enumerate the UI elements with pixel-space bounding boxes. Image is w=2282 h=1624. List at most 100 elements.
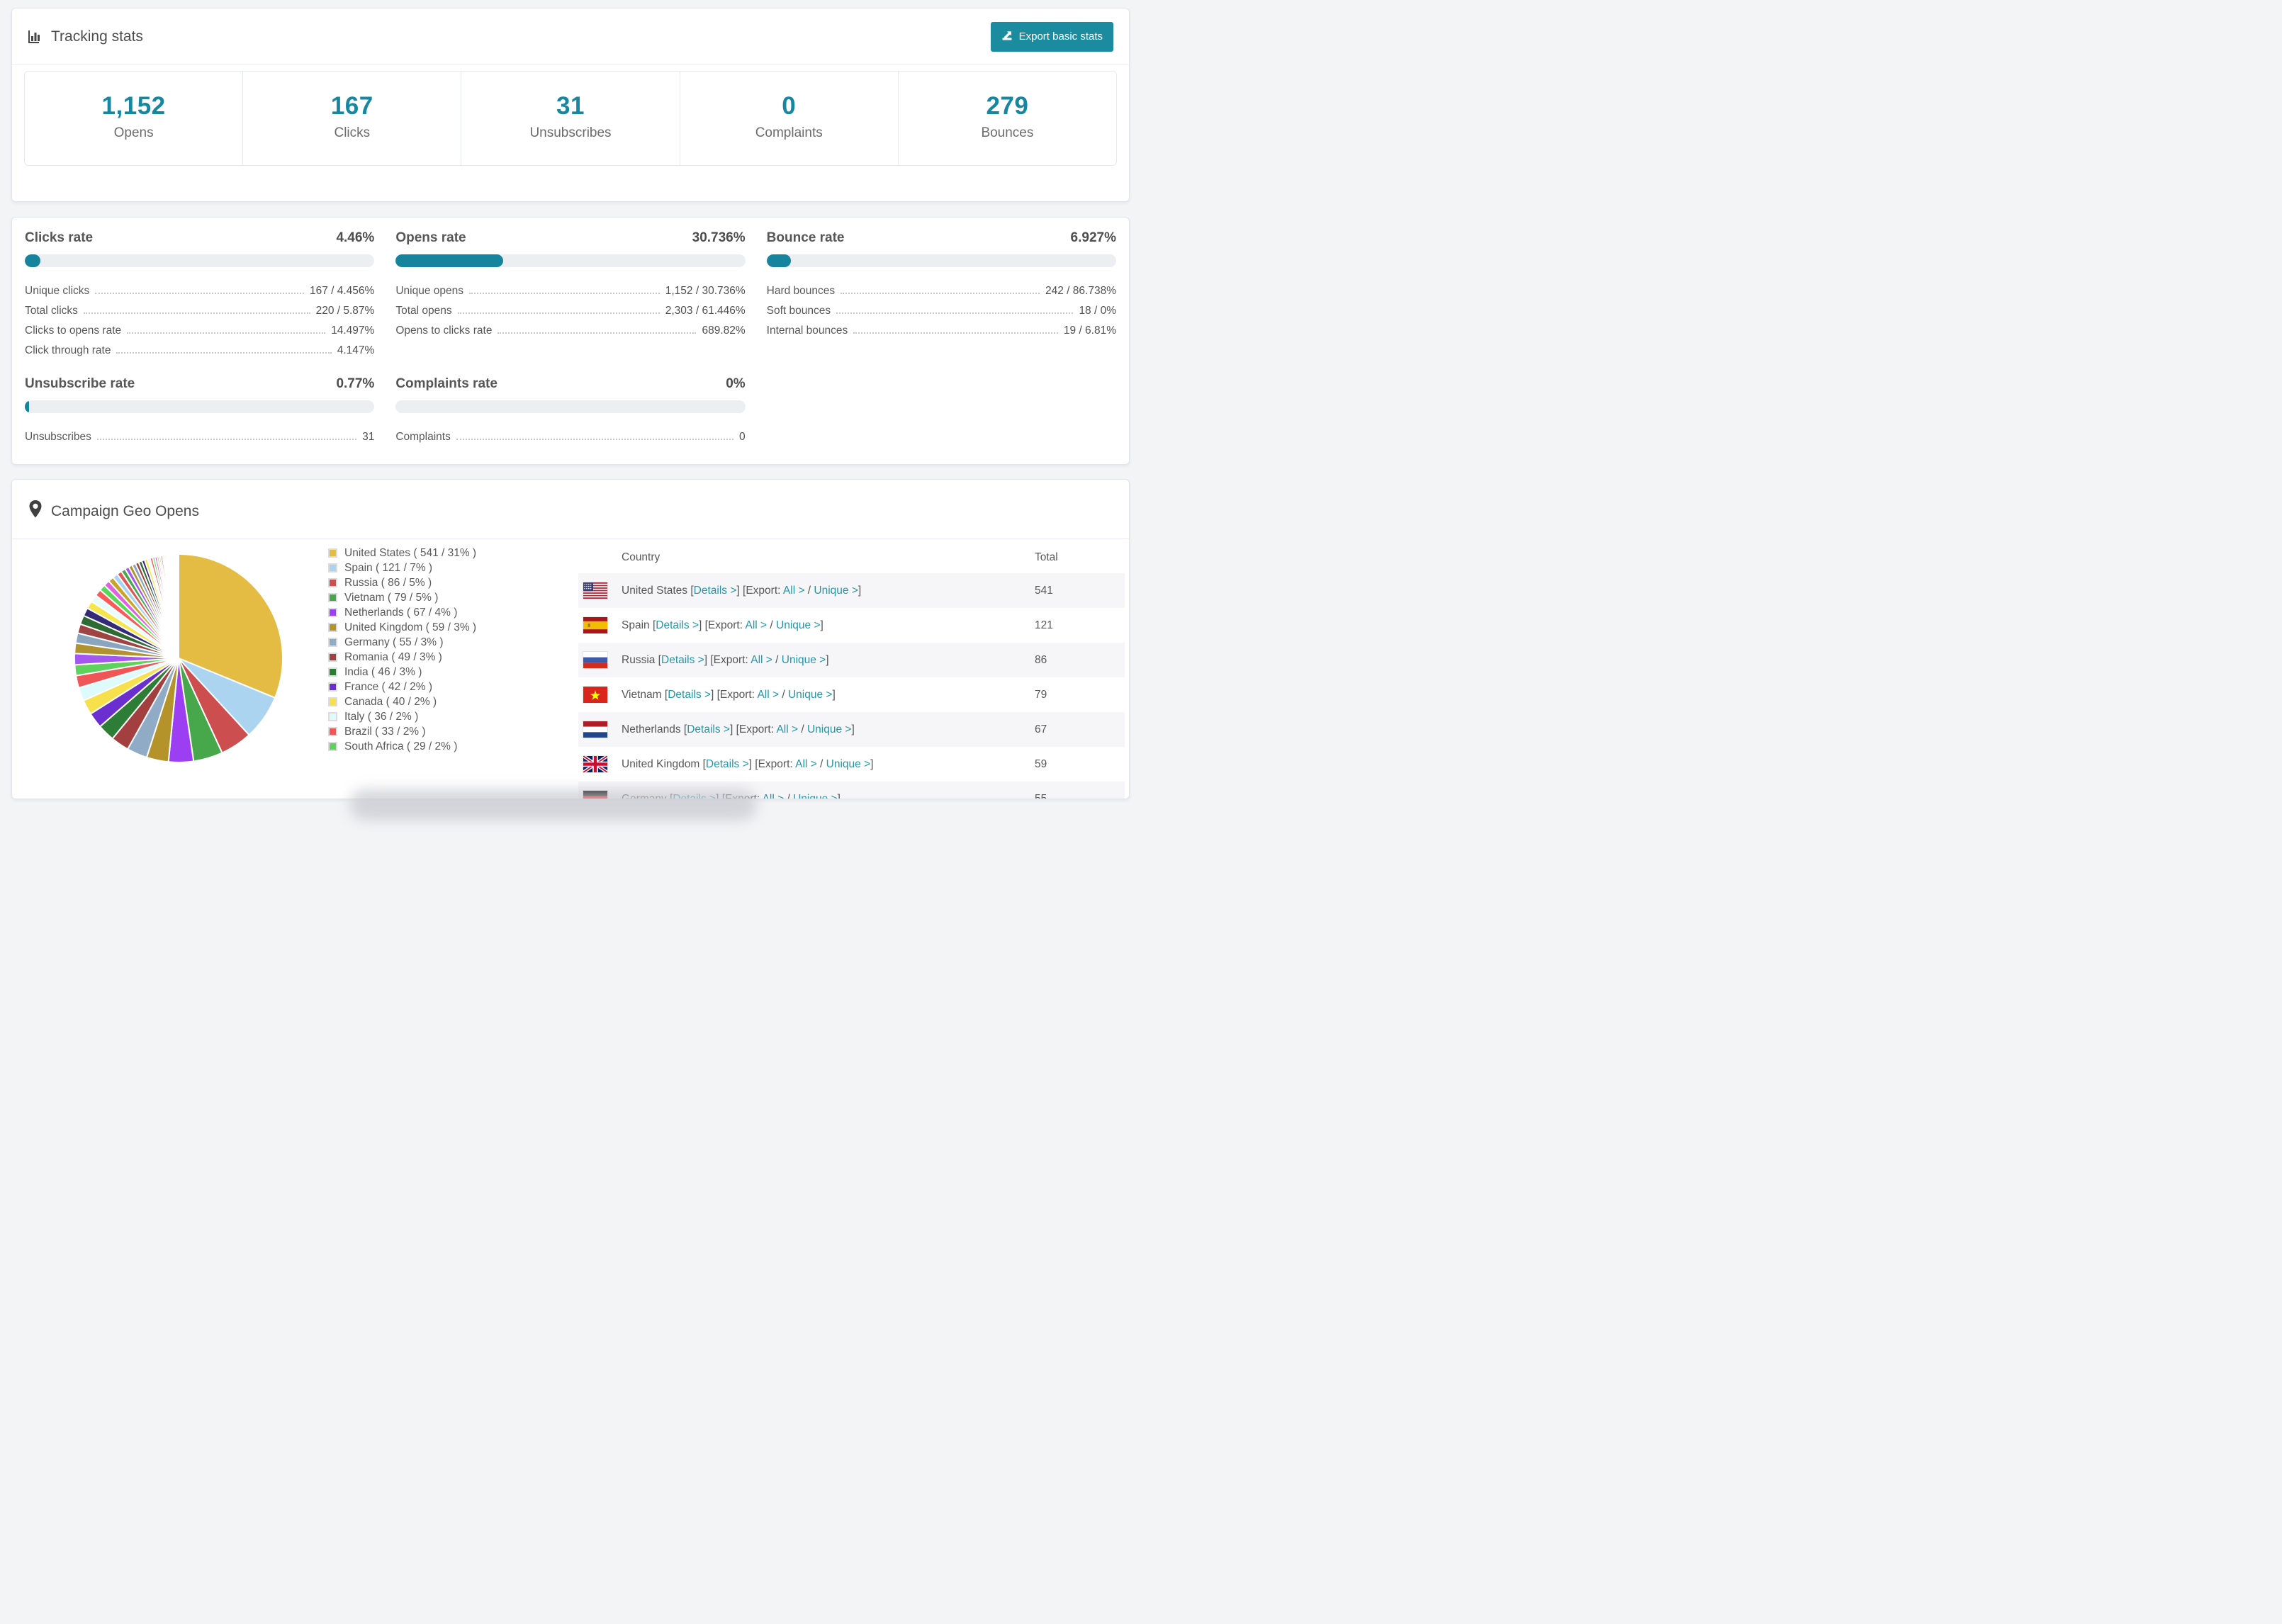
geo-table-row-gb: United Kingdom [Details >] [Export: All … [578,747,1125,782]
geo-table-header: Country Total [578,542,1125,573]
legend-item-vietnam: Vietnam ( 79 / 5% ) [328,590,476,605]
slash-text: / [804,584,814,597]
geo-table-row-es: Spain [Details >] [Export: All > / Uniqu… [578,608,1125,643]
slash-text: / [779,688,788,701]
geo-header-country: Country [622,551,661,563]
export-basic-stats-button[interactable]: Export basic stats [990,21,1113,52]
country-name: Spain [ [622,619,656,631]
bracket-text: ] [Export: [748,757,796,770]
stats-summary-row: 1,152 Opens 167 Clicks 31 Unsubscribes 0 Compla… [24,71,1117,166]
rate-detail-row: Unique clicks 167 / 4.456% [25,278,374,298]
export-all-link[interactable]: All > [746,619,768,631]
slash-text: / [767,619,777,631]
rate-detail-value: 220 / 5.87% [315,305,375,317]
stat-box-clicks: 167 Clicks [243,72,462,165]
export-unique-link[interactable]: Unique > [788,689,832,701]
export-all-link[interactable]: All > [751,654,772,666]
geo-opens-title: Campaign Geo Opens [51,502,199,519]
export-unique-link[interactable]: Unique > [793,793,837,799]
progress-bar-track [25,400,375,413]
progress-bar-track [25,254,375,267]
details-link[interactable]: Details > [661,654,704,666]
rate-detail-label: Hard bounces [766,285,836,297]
progress-bar-fill [25,400,29,413]
details-link[interactable]: Details > [656,619,699,631]
rate-detail-rows: Unique opens 1,152 / 30.736% Total opens 2,… [395,278,745,337]
rate-block-clicks-rate: Clicks rate 4.46% Unique clicks 167 / 4.456… [25,230,375,357]
rate-detail-row: Click through rate 4.147% [25,337,374,357]
bracket-text: ] [832,688,836,701]
stat-label: Opens [113,125,154,140]
export-all-link[interactable]: All > [757,689,779,701]
stat-value: 167 [330,92,373,120]
pie-slice-other-50[interactable] [177,553,179,659]
rate-detail-value: 0 [739,431,746,443]
export-all-link[interactable]: All > [783,585,805,597]
export-all-link[interactable]: All > [795,758,817,770]
legend-label: South Africa ( 29 / 2% ) [344,740,458,752]
progress-bar-fill [766,254,791,267]
rate-value: 30.736% [692,230,746,245]
stat-value: 0 [782,92,797,120]
export-unique-link[interactable]: Unique > [782,654,826,666]
details-link[interactable]: Details > [687,723,730,735]
legend-item-united-kingdom: United Kingdom ( 59 / 3% ) [328,620,476,635]
bracket-text: ] [858,584,862,597]
export-button-label: Export basic stats [1018,30,1103,43]
rate-value: 0% [726,376,746,391]
rate-detail-label: Internal bounces [766,325,848,337]
geo-total-cell: 59 [1035,757,1047,770]
tracking-stats-header: Tracking stats Export basic stats [12,9,1129,65]
export-unique-link[interactable]: Unique > [807,723,851,735]
horizontal-scrollbar-thumb[interactable] [349,789,757,821]
legend-label: United States ( 541 / 31% ) [344,546,477,559]
stat-label: Unsubscribes [529,125,612,140]
dotted-leader [95,293,304,294]
tracking-stats-card: Tracking stats Export basic stats 1,152 O… [11,8,1130,202]
details-link[interactable]: Details > [706,758,749,770]
page-title: Tracking stats [51,28,143,45]
legend-item-italy: Italy ( 36 / 2% ) [328,709,476,724]
geo-country-cell: Spain [Details >] [Export: All > / Uniqu… [622,619,1035,632]
stat-value: 31 [556,92,585,120]
details-link[interactable]: Details > [694,585,737,597]
rate-header: Unsubscribe rate 0.77% [25,376,374,392]
export-unique-link[interactable]: Unique > [826,758,870,770]
slash-text: / [798,723,807,735]
geo-total-cell: 79 [1035,688,1047,701]
legend-swatch [328,727,337,736]
legend-item-brazil: Brazil ( 33 / 2% ) [328,724,476,739]
stat-box-complaints: 0 Complaints [680,72,899,165]
dotted-leader [116,352,332,354]
legend-swatch [328,682,337,692]
slash-text: / [772,653,782,666]
export-all-link[interactable]: All > [763,793,785,799]
rate-name: Clicks rate [25,230,94,245]
stat-box-unsubscribes: 31 Unsubscribes [461,72,680,165]
rate-detail-row: Total opens 2,303 / 61.446% [395,298,745,317]
country-name: Vietnam [ [622,688,668,701]
details-link[interactable]: Details > [668,689,711,701]
rate-detail-rows: Hard bounces 242 / 86.738% Soft bounces 18 … [767,278,1116,337]
legend-label: Canada ( 40 / 2% ) [344,695,437,708]
legend-swatch [328,712,337,721]
export-unique-link[interactable]: Unique > [776,619,820,631]
legend-swatch [328,653,337,662]
legend-label: Russia ( 86 / 5% ) [344,576,432,589]
rate-header: Opens rate 30.736% [395,230,745,246]
dotted-leader [498,332,697,334]
legend-swatch [328,623,337,632]
rate-header: Clicks rate 4.46% [25,230,374,246]
export-unique-link[interactable]: Unique > [814,585,858,597]
rate-block-unsubscribe-rate: Unsubscribe rate 0.77% Unsubscribes 31 [25,376,375,444]
rate-detail-value: 1,152 / 30.736% [665,285,746,297]
export-all-link[interactable]: All > [776,723,798,735]
rate-detail-value: 19 / 6.81% [1063,325,1116,337]
legend-label: Vietnam ( 79 / 5% ) [344,591,439,604]
bracket-text: ] [Export: [704,653,751,666]
progress-bar-track [395,400,746,413]
rate-detail-value: 167 / 4.456% [309,285,375,297]
stat-box-bounces: 279 Bounces [899,72,1116,165]
bracket-text: ] [Export: [710,688,758,701]
progress-bar-fill [395,254,503,267]
